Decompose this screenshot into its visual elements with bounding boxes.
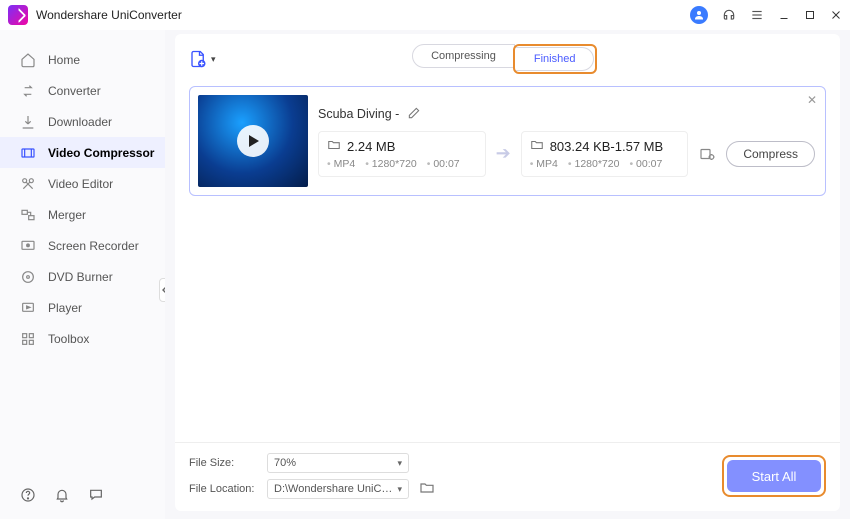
sidebar-item-label: DVD Burner (48, 270, 113, 284)
window-maximize-icon[interactable] (804, 9, 816, 21)
video-editor-icon (20, 176, 36, 192)
target-duration: 00:07 (629, 158, 662, 170)
source-resolution: 1280*720 (365, 158, 417, 170)
merger-icon (20, 207, 36, 223)
screen-recorder-icon (20, 238, 36, 254)
app-title: Wondershare UniConverter (36, 8, 182, 22)
target-resolution: 1280*720 (568, 158, 620, 170)
sidebar-item-video-editor[interactable]: Video Editor (0, 168, 165, 199)
tab-finished[interactable]: Finished (516, 47, 595, 71)
file-size-select[interactable]: 70% ▾ (267, 453, 409, 473)
arrow-right-icon: ➔ (496, 143, 511, 164)
title-bar: Wondershare UniConverter (0, 0, 850, 30)
file-title: Scuba Diving - (318, 107, 399, 121)
sidebar-item-label: Screen Recorder (48, 239, 139, 253)
sidebar-item-player[interactable]: Player (0, 292, 165, 323)
feedback-icon[interactable] (88, 487, 104, 503)
sidebar-item-home[interactable]: Home (0, 44, 165, 75)
target-size: 803.24 KB-1.57 MB (550, 139, 663, 154)
tab-compressing[interactable]: Compressing (412, 44, 515, 68)
sidebar-item-toolbox[interactable]: Toolbox (0, 323, 165, 354)
add-file-button[interactable]: ▾ (189, 50, 216, 68)
sidebar-item-label: Downloader (48, 115, 112, 129)
sidebar-item-merger[interactable]: Merger (0, 199, 165, 230)
downloader-icon (20, 114, 36, 130)
sidebar-item-label: Home (48, 53, 80, 67)
window-close-icon[interactable] (830, 9, 842, 21)
file-size-label: File Size: (189, 457, 257, 469)
open-folder-icon[interactable] (419, 480, 435, 499)
settings-icon[interactable] (698, 145, 716, 163)
sidebar-item-label: Video Editor (48, 177, 113, 191)
notification-bell-icon[interactable] (54, 487, 70, 503)
play-icon (237, 125, 269, 157)
file-location-select[interactable]: D:\Wondershare UniConverte ▾ (267, 479, 409, 499)
source-format: MP4 (327, 158, 355, 170)
chevron-down-icon: ▾ (211, 54, 216, 65)
compress-button[interactable]: Compress (726, 141, 815, 167)
remove-file-icon[interactable]: ✕ (807, 93, 817, 107)
source-info-box: 2.24 MB MP4 1280*720 00:07 (318, 131, 486, 177)
file-card: ✕ Scuba Diving - (189, 86, 826, 196)
target-info-box: 803.24 KB-1.57 MB MP4 1280*720 00:07 (521, 131, 689, 177)
sidebar-item-dvd-burner[interactable]: DVD Burner (0, 261, 165, 292)
tab-switcher: Compressing Finished (412, 44, 597, 74)
sidebar-item-screen-recorder[interactable]: Screen Recorder (0, 230, 165, 261)
folder-icon (327, 138, 341, 155)
player-icon (20, 300, 36, 316)
edit-title-icon[interactable] (407, 106, 421, 123)
sidebar-item-label: Merger (48, 208, 86, 222)
headset-support-icon[interactable] (722, 8, 736, 22)
account-icon[interactable] (690, 6, 708, 24)
converter-icon (20, 83, 36, 99)
app-logo (8, 5, 28, 25)
sidebar-item-downloader[interactable]: Downloader (0, 106, 165, 137)
sidebar-item-video-compressor[interactable]: Video Compressor (0, 137, 165, 168)
file-location-value: D:\Wondershare UniConverte (274, 483, 397, 495)
chevron-down-icon: ▾ (397, 484, 402, 495)
sidebar-item-label: Video Compressor (48, 146, 154, 160)
video-compressor-icon (20, 145, 36, 161)
sidebar-item-label: Toolbox (48, 332, 89, 346)
sidebar: Home Converter Downloader Video Compress… (0, 30, 165, 519)
source-duration: 00:07 (427, 158, 460, 170)
sidebar-item-converter[interactable]: Converter (0, 75, 165, 106)
add-file-icon (189, 50, 207, 68)
menu-icon[interactable] (750, 8, 764, 22)
footer-bar: File Size: 70% ▾ File Location: D:\Wonde… (175, 442, 840, 511)
sidebar-item-label: Player (48, 301, 82, 315)
main-area: ▾ Compressing Finished ✕ (165, 30, 850, 519)
video-thumbnail[interactable] (198, 95, 308, 187)
file-location-label: File Location: (189, 483, 257, 495)
file-size-value: 70% (274, 457, 296, 469)
sidebar-item-label: Converter (48, 84, 101, 98)
home-icon (20, 52, 36, 68)
window-minimize-icon[interactable] (778, 9, 790, 21)
chevron-down-icon: ▾ (397, 458, 402, 469)
source-size: 2.24 MB (347, 139, 395, 154)
dvd-burner-icon (20, 269, 36, 285)
folder-icon (530, 138, 544, 155)
toolbox-icon (20, 331, 36, 347)
target-format: MP4 (530, 158, 558, 170)
help-icon[interactable] (20, 487, 36, 503)
start-all-button[interactable]: Start All (727, 460, 821, 492)
